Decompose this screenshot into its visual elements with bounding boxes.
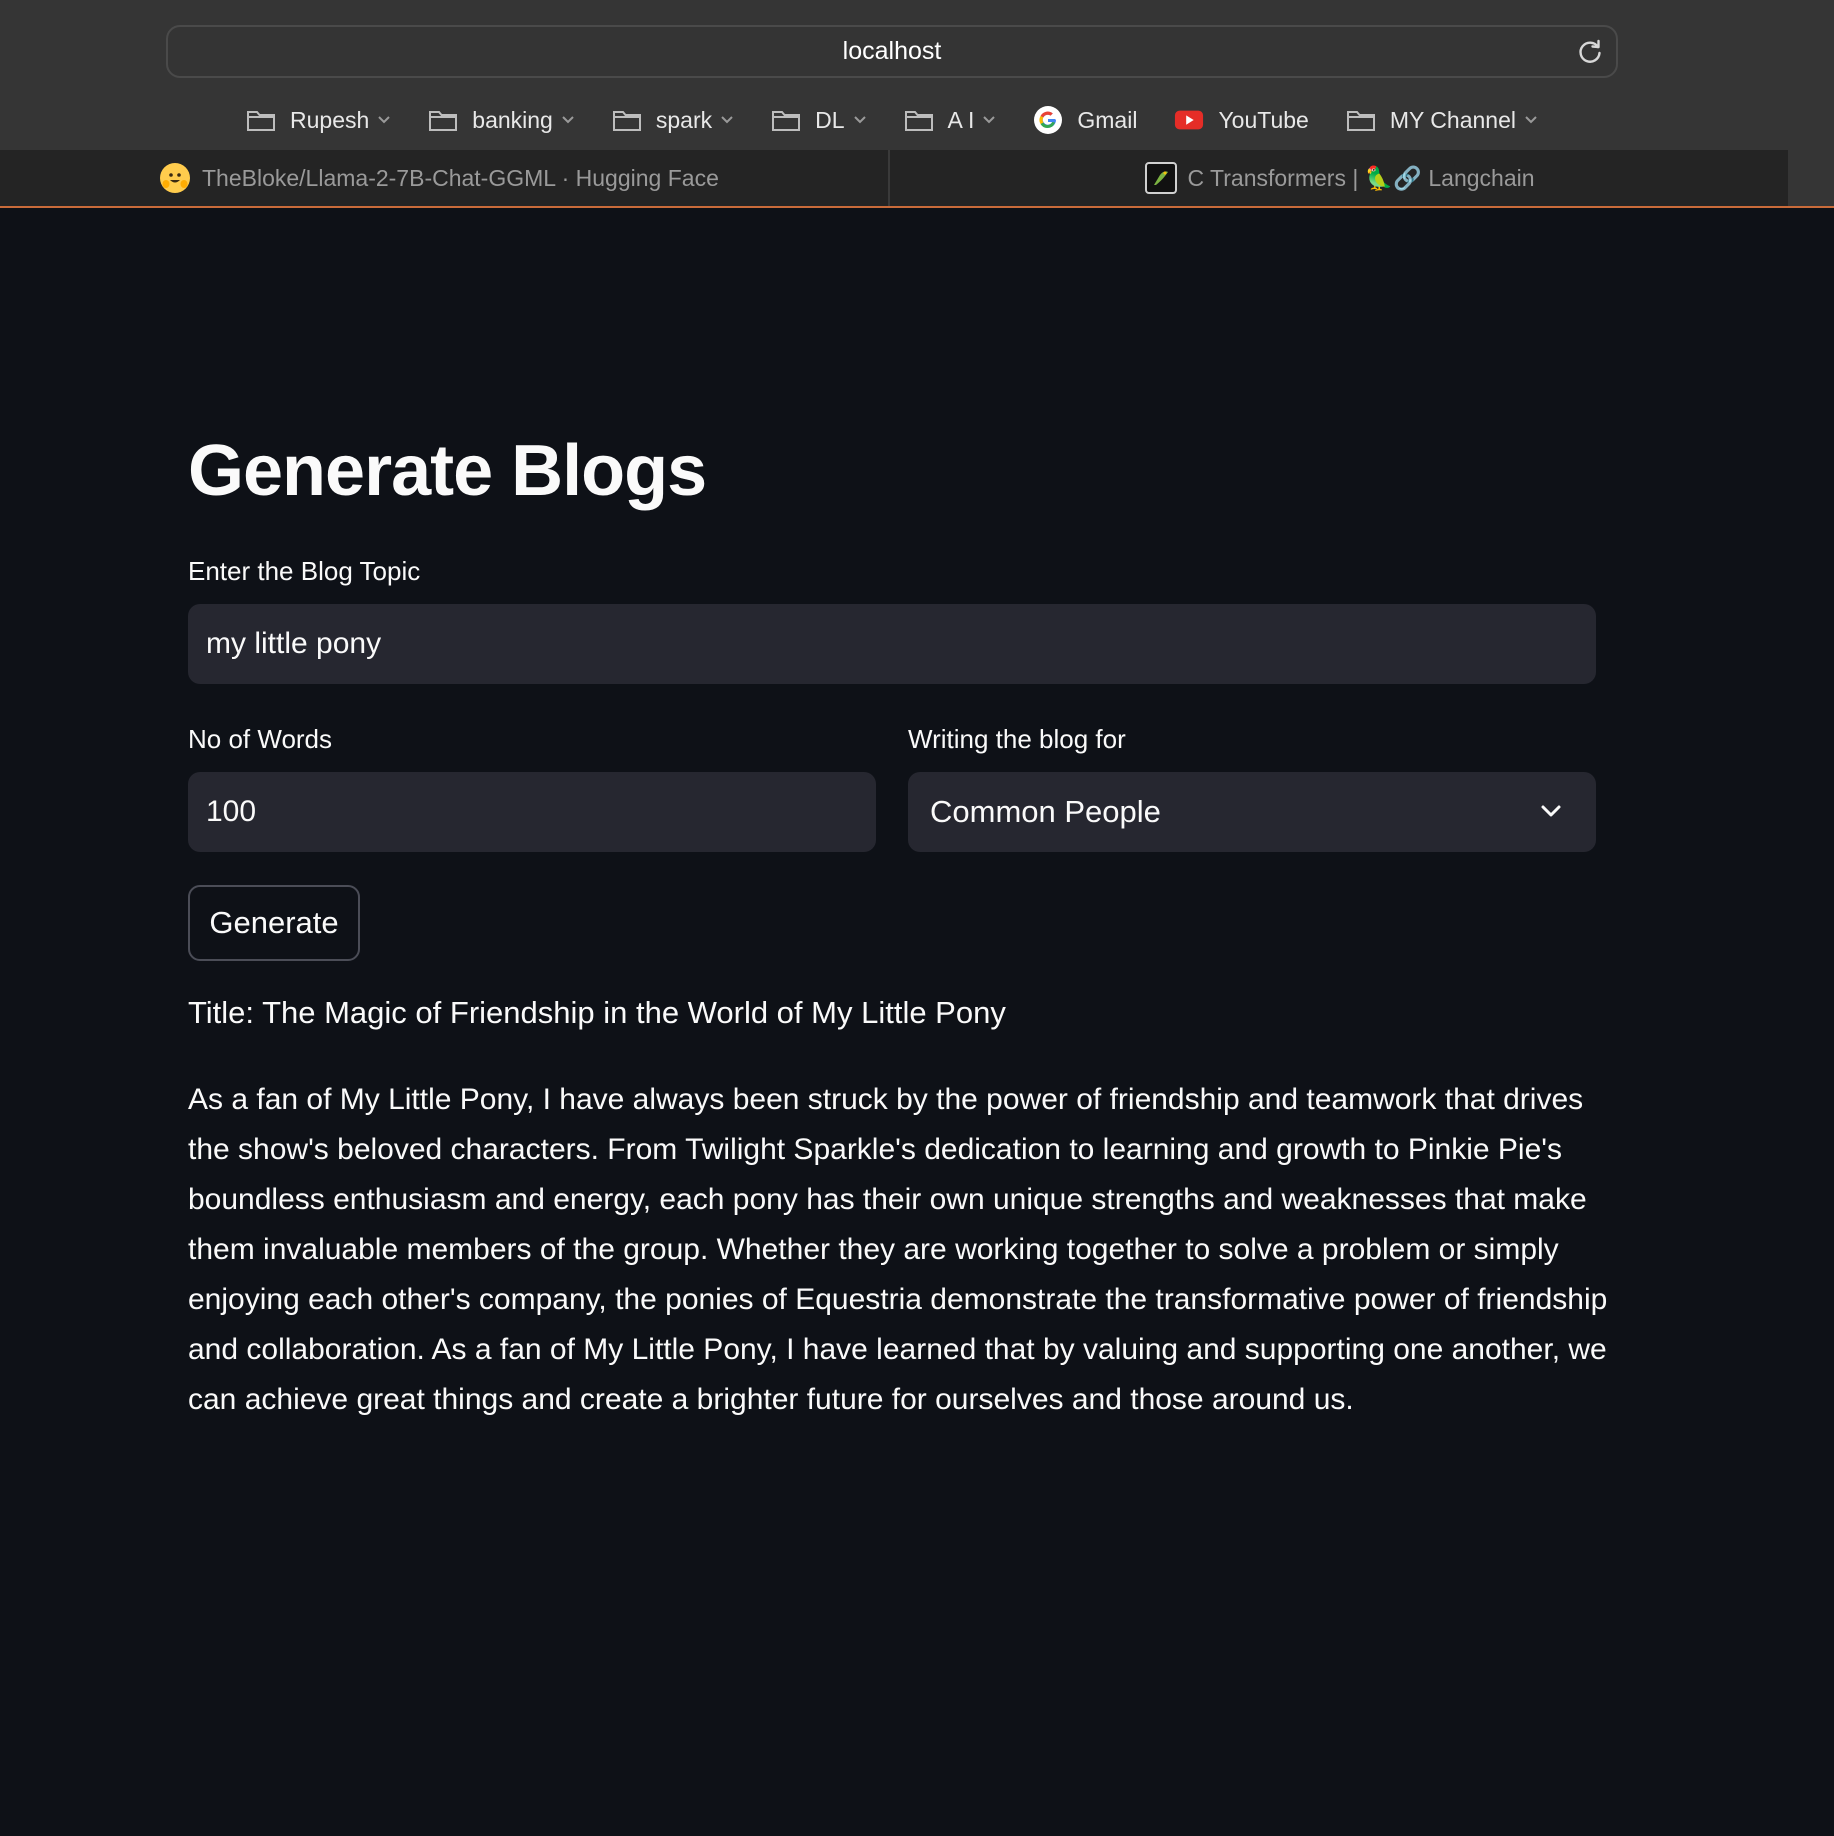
bookmark-label: Rupesh [290,106,370,133]
audience-label: Writing the blog for [908,724,1126,754]
tab-bar: TheBloke/Llama-2-7B-Chat-GGML · Hugging … [0,150,1834,208]
generate-button[interactable]: Generate [188,885,360,961]
chevron-down-icon [1541,805,1561,817]
folder-icon [612,108,642,132]
bookmark-rupesh[interactable]: Rupesh [246,107,391,134]
langchain-icon [1145,162,1178,194]
chevron-down-icon [721,116,733,124]
bookmark-label: spark [655,106,713,133]
chevron-down-icon [853,116,866,124]
bookmark-label: YouTube [1218,106,1309,133]
words-input[interactable] [188,772,876,852]
output-body: As a fan of My Little Pony, I have alway… [188,1083,1608,1416]
bookmark-banking[interactable]: banking [428,107,575,134]
bookmark-dl[interactable]: DL [771,107,866,134]
folder-icon [246,108,276,132]
chevron-down-icon [562,116,574,124]
bookmark-label: A I [947,106,975,133]
audience-select[interactable]: Common People [908,772,1596,852]
chevron-down-icon [1525,116,1537,124]
reload-icon[interactable] [1576,38,1604,66]
url-text: localhost [842,37,942,65]
bookmark-label: banking [472,106,553,133]
folder-icon [428,108,458,132]
folder-icon [904,108,934,132]
tab-bar-spacer [1788,150,1834,206]
bookmark-label: MY Channel [1389,106,1516,133]
chevron-down-icon [378,116,390,124]
topic-input[interactable] [188,604,1596,684]
bookmark-label: DL [815,106,845,133]
bookmark-ai[interactable]: A I [904,107,997,134]
words-label: No of Words [188,724,333,754]
topic-label: Enter the Blog Topic [188,556,421,586]
bookmark-spark[interactable]: spark [612,107,734,134]
page-title: Generate Blogs [188,431,707,511]
address-bar[interactable]: localhost [166,25,1618,78]
output-title: Title: The Magic of Friendship in the Wo… [188,995,1006,1030]
bookmark-gmail[interactable]: Gmail [1033,106,1138,134]
bookmarks-bar: Rupesh banking spark DL A I Gmail YouTub… [246,100,1538,140]
browser-toolbar: localhost Rupesh banking spark DL A I Gm… [0,0,1834,150]
folder-icon [771,108,801,132]
bookmark-youtube[interactable]: YouTube [1174,106,1309,134]
google-icon [1033,106,1063,134]
audience-selected-value: Common People [930,794,1161,829]
folder-icon [1346,108,1376,132]
bookmark-my-channel[interactable]: MY Channel [1346,107,1538,134]
tab-hugging-face[interactable]: TheBloke/Llama-2-7B-Chat-GGML · Hugging … [0,150,890,206]
tab-langchain[interactable]: C Transformers | 🦜🔗 Langchain [892,150,1788,206]
bookmark-label: Gmail [1077,106,1138,133]
youtube-icon [1174,108,1204,132]
chevron-down-icon [983,116,996,124]
hugging-face-icon [160,163,190,193]
tab-title: TheBloke/Llama-2-7B-Chat-GGML · Hugging … [202,164,719,191]
tab-title: C Transformers | 🦜🔗 Langchain [1187,164,1535,191]
